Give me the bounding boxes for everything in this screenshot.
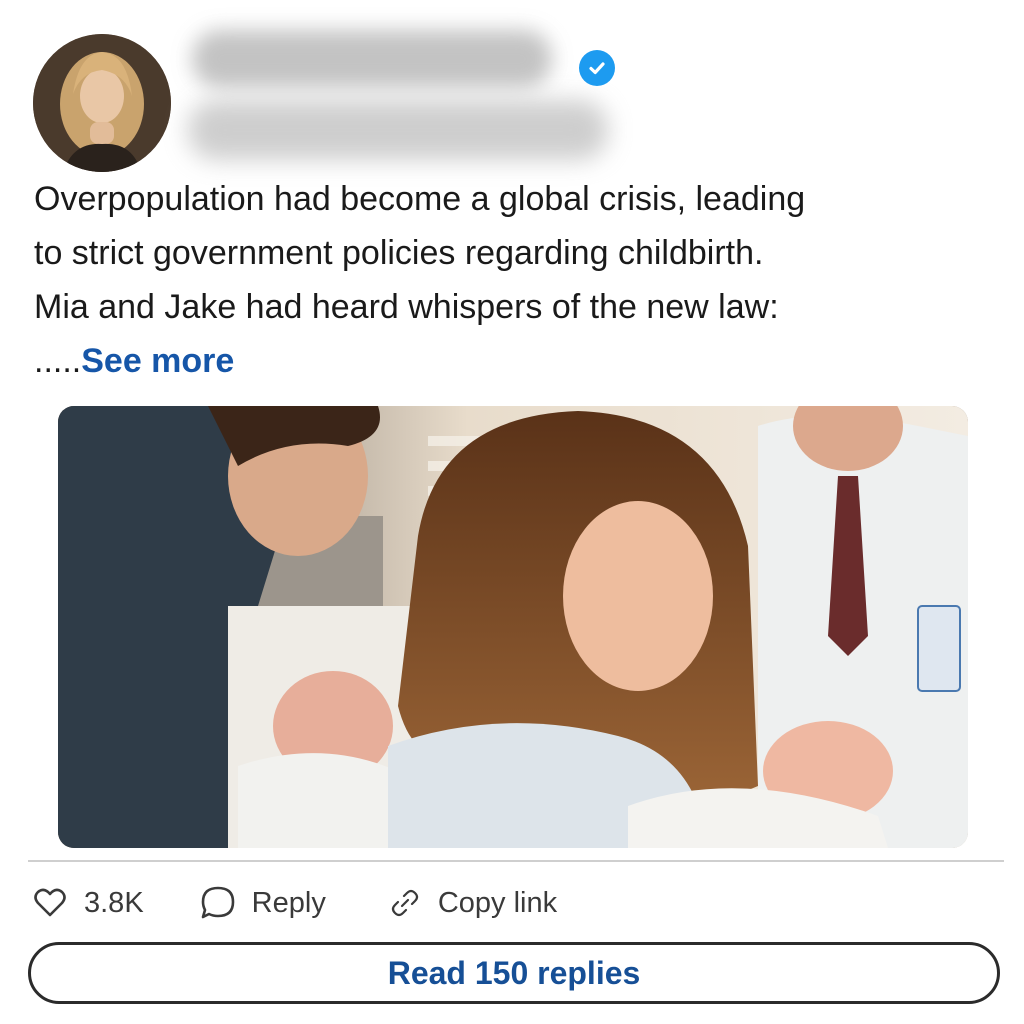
post-text-line: to strict government policies regarding … — [34, 234, 764, 272]
post-body: Overpopulation had become a global crisi… — [34, 172, 994, 388]
ellipsis: ..... — [34, 342, 82, 380]
author-name-blurred[interactable] — [192, 30, 552, 88]
post-text-line: Overpopulation had become a global crisi… — [34, 180, 806, 218]
copy-link-label: Copy link — [437, 886, 558, 919]
see-more-link[interactable]: See more — [81, 342, 234, 380]
like-count: 3.8K — [84, 886, 144, 919]
read-replies-button[interactable]: Read 150 replies — [28, 942, 1000, 1004]
reply-button[interactable]: Reply — [200, 885, 326, 921]
heart-icon — [34, 888, 66, 918]
read-replies-label: Read 150 replies — [387, 954, 641, 991]
post-image[interactable] — [58, 406, 968, 848]
reply-label: Reply — [251, 886, 326, 919]
reply-bubble-icon — [200, 885, 236, 921]
post-text-line: Mia and Jake had heard whispers of the n… — [34, 288, 779, 326]
divider — [28, 860, 1004, 862]
link-icon — [388, 886, 422, 920]
verified-badge-icon — [579, 50, 615, 86]
author-avatar[interactable] — [33, 34, 171, 172]
post-actions: 3.8K Reply Copy link — [34, 878, 557, 928]
copy-link-button[interactable]: Copy link — [388, 886, 557, 920]
like-button[interactable]: 3.8K — [34, 887, 144, 920]
author-handle-blurred — [188, 100, 608, 160]
